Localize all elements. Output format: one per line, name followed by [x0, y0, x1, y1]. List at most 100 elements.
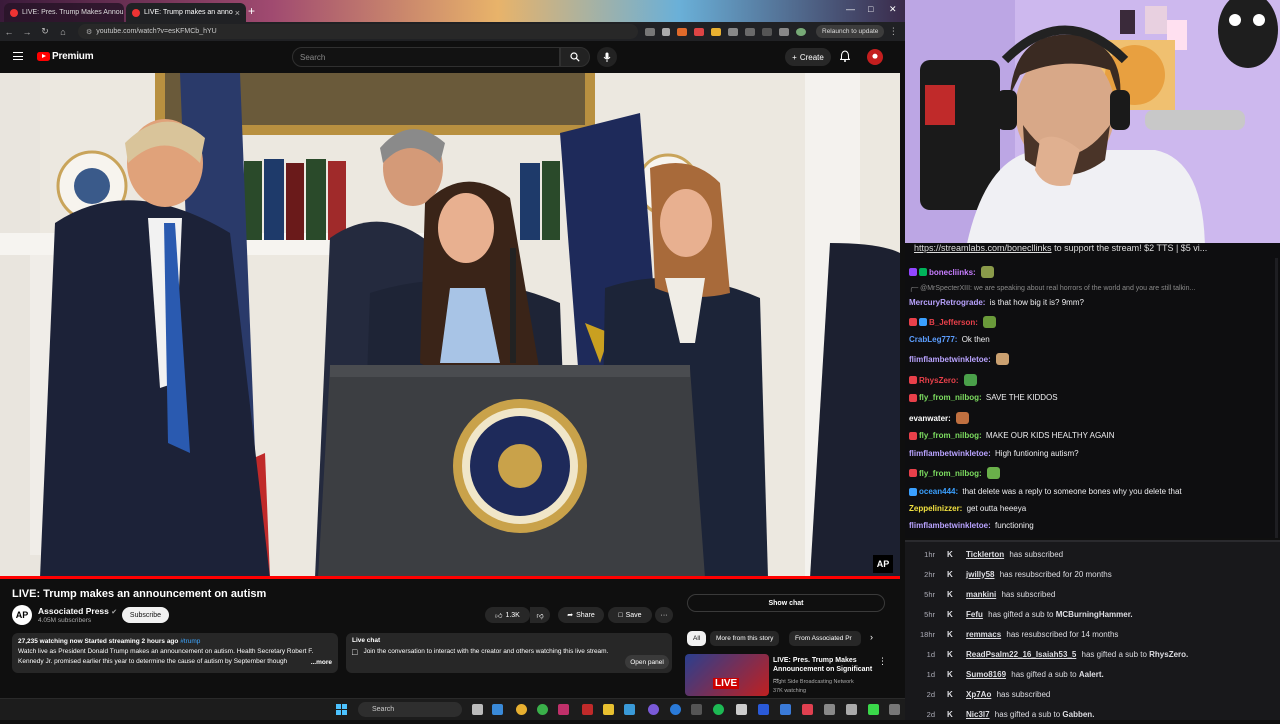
- show-more-link[interactable]: ...more: [311, 658, 332, 668]
- search-button[interactable]: [560, 47, 590, 67]
- activity-username[interactable]: Xp7Ao: [966, 690, 991, 699]
- chat-badge-icon[interactable]: [919, 318, 927, 326]
- taskbar-app-icon[interactable]: [824, 704, 835, 715]
- obs-icon[interactable]: [558, 704, 569, 715]
- like-button[interactable]: 👍︎ 1.3K: [485, 607, 530, 623]
- activity-username[interactable]: ReadPsalm22_16_Isaiah53_5: [966, 650, 1076, 659]
- show-chat-button[interactable]: Show chat: [687, 594, 885, 612]
- sidebar-icon[interactable]: [762, 28, 772, 36]
- tab-ap-live[interactable]: LIVE: Trump makes an anno ×: [126, 3, 246, 22]
- relaunch-to-update-button[interactable]: Relaunch to update: [816, 25, 884, 38]
- notifications-bell-icon[interactable]: [840, 50, 850, 62]
- taskbar-app-icon[interactable]: [889, 704, 900, 715]
- maximize-icon[interactable]: □: [868, 4, 873, 14]
- taskbar-app-icon[interactable]: [648, 704, 659, 715]
- open-panel-button[interactable]: Open panel: [625, 655, 669, 669]
- reload-icon[interactable]: ↻: [36, 26, 54, 37]
- recommended-menu-icon[interactable]: ⋮: [878, 656, 887, 667]
- tab-rsbn-live[interactable]: LIVE: Pres. Trump Makes Annou ×: [4, 3, 124, 22]
- taskbar-app-icon[interactable]: [582, 704, 593, 715]
- taskbar-search[interactable]: Search: [358, 702, 462, 717]
- extension-icon[interactable]: [677, 28, 687, 36]
- youtube-premium-brand[interactable]: Premium: [52, 51, 93, 62]
- close-window-icon[interactable]: ✕: [889, 4, 897, 15]
- chip-more-from-story[interactable]: More from this story: [710, 631, 779, 646]
- chat-badge-icon[interactable]: [909, 268, 917, 276]
- chat-badge-icon[interactable]: [909, 469, 917, 477]
- taskbar-app-icon[interactable]: [802, 704, 813, 715]
- activity-username[interactable]: Sumo8169: [966, 670, 1006, 679]
- taskbar-app-icon[interactable]: [492, 704, 503, 715]
- chat-scrollbar[interactable]: [1275, 258, 1278, 538]
- video-player[interactable]: AP: [0, 73, 900, 578]
- channel-avatar[interactable]: AP: [12, 605, 32, 625]
- activity-username[interactable]: remmacs: [966, 630, 1001, 639]
- back-icon[interactable]: ←: [0, 27, 18, 37]
- taskbar-app-icon[interactable]: [736, 704, 747, 715]
- taskbar-app-icon[interactable]: [846, 704, 857, 715]
- chat-username[interactable]: flimflambetwinkletoe:: [909, 449, 991, 458]
- windows-start-icon[interactable]: [336, 704, 347, 715]
- chat-username[interactable]: flimflambetwinkletoe:: [909, 355, 991, 364]
- dislike-button[interactable]: 👎︎: [530, 607, 550, 623]
- chat-username[interactable]: B_Jefferson:: [929, 318, 978, 327]
- chat-username[interactable]: bonecliinks:: [929, 268, 976, 277]
- chat-badge-icon[interactable]: [909, 488, 917, 496]
- taskbar-app-icon[interactable]: [624, 704, 635, 715]
- profile-icon[interactable]: [796, 28, 806, 36]
- chat-badge-icon[interactable]: [909, 376, 917, 384]
- taskbar-app-icon[interactable]: [537, 704, 548, 715]
- new-tab-button[interactable]: +: [248, 4, 255, 18]
- forward-icon[interactable]: →: [18, 27, 36, 37]
- subscribe-button[interactable]: Subscribe: [122, 607, 169, 623]
- activity-username[interactable]: jwilly58: [966, 570, 994, 579]
- extension-icon[interactable]: [694, 28, 704, 36]
- live-progress-bar[interactable]: [0, 576, 900, 579]
- chips-next-icon[interactable]: ›: [870, 632, 873, 642]
- extension-icon[interactable]: [728, 28, 738, 36]
- chat-username[interactable]: CrabLeg777:: [909, 335, 957, 344]
- task-view-icon[interactable]: [472, 704, 483, 715]
- menu-icon[interactable]: [13, 52, 23, 60]
- chat-username[interactable]: MercuryRetrograde:: [909, 298, 985, 307]
- activity-username[interactable]: Fefu: [966, 610, 983, 619]
- chat-username[interactable]: evanwater:: [909, 414, 951, 423]
- description-box[interactable]: 27,235 watching now Started streaming 2 …: [12, 633, 338, 673]
- chat-username[interactable]: fly_from_nilbog:: [919, 469, 982, 478]
- recommended-channel[interactable]: Right Side Broadcasting Network: [773, 679, 854, 685]
- file-explorer-icon[interactable]: [603, 704, 614, 715]
- account-avatar[interactable]: [867, 49, 883, 65]
- edge-icon[interactable]: [670, 704, 681, 715]
- channel-name[interactable]: Associated Press ✔: [38, 606, 117, 616]
- spotify-icon[interactable]: [713, 704, 724, 715]
- recommended-thumbnail[interactable]: LIVE: [685, 654, 769, 696]
- activity-target[interactable]: Aalert.: [1079, 670, 1104, 679]
- browser-menu-icon[interactable]: ⋮: [884, 26, 902, 37]
- taskbar-app-icon[interactable]: [780, 704, 791, 715]
- hashtag-link[interactable]: #trump: [180, 638, 200, 645]
- chat-username[interactable]: ocean444:: [919, 487, 958, 496]
- taskbar-app-icon[interactable]: [868, 704, 879, 715]
- activity-username[interactable]: mankini: [966, 590, 996, 599]
- chat-badge-icon[interactable]: [909, 394, 917, 402]
- search-input[interactable]: Search: [292, 47, 560, 67]
- streamlabs-link[interactable]: https://streamlabs.com/bonecllinks: [914, 243, 1052, 253]
- create-button[interactable]: + Create: [785, 48, 831, 66]
- youtube-logo-icon[interactable]: [37, 52, 50, 61]
- extensions-puzzle-icon[interactable]: [745, 28, 755, 36]
- home-icon[interactable]: ⌂: [54, 27, 72, 37]
- chat-username[interactable]: RhysZero:: [919, 376, 959, 385]
- chat-username[interactable]: flimflambetwinkletoe:: [909, 521, 991, 530]
- site-info-icon[interactable]: ⚙: [86, 28, 92, 36]
- chat-badge-icon[interactable]: [909, 432, 917, 440]
- voice-search-button[interactable]: [597, 47, 617, 67]
- cast-icon[interactable]: [645, 28, 655, 36]
- taskbar-app-icon[interactable]: [758, 704, 769, 715]
- activity-target[interactable]: Gabben.: [1062, 710, 1094, 719]
- chat-username[interactable]: Zeppelinizzer:: [909, 504, 962, 513]
- activity-target[interactable]: RhysZero.: [1149, 650, 1188, 659]
- chat-username[interactable]: fly_from_nilbog:: [919, 393, 982, 402]
- minimize-icon[interactable]: —: [846, 4, 855, 14]
- save-button[interactable]: □ Save: [608, 607, 652, 623]
- taskbar-app-icon[interactable]: [691, 704, 702, 715]
